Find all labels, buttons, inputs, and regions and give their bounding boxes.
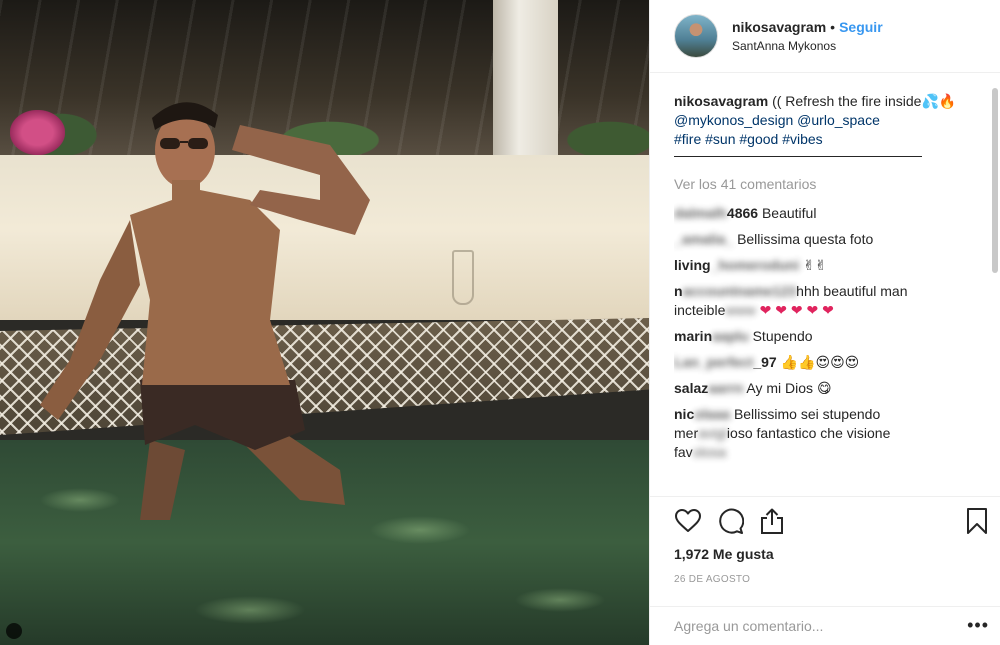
likes-count[interactable]: 1,972 Me gusta [674,546,774,562]
comment: Lan_perfect_97 👍👍😍😍😍 [674,353,989,372]
follow-button[interactable]: Seguir [839,19,883,35]
hashtag-link[interactable]: #vibes [782,131,822,147]
share-icon[interactable] [758,507,786,535]
comment: nicolaaa Bellissimo sei stupendo meravig… [674,405,989,462]
comment-text: mer [674,425,699,441]
comment-username[interactable]: n [674,283,683,299]
comment-text: 👍👍😍😍😍 [780,354,860,370]
post-caption: nikosavagram (( Refresh the fire inside💦… [674,92,989,157]
header-text: nikosavagram • Seguir SantAnna Mykonos [732,19,883,53]
comment-username-hidden: Lan_perfect [674,354,754,370]
comment-text: Ay mi Dios 😋 [746,380,832,396]
comment-text: ✌✌ [803,257,827,273]
avatar[interactable] [674,14,718,58]
comment-text: Beautiful [761,205,817,221]
comment-text: fav [674,444,693,460]
location-link[interactable]: SantAnna Mykonos [732,39,883,53]
tagged-user-icon[interactable] [6,623,22,639]
action-icons [674,507,786,537]
comment-text-hidden: www [725,302,756,318]
mention-link[interactable]: @mykonos_design [674,112,793,128]
mention-link[interactable]: @urlo_space [797,112,880,128]
comment: naccountname123hhh beautiful man incteib… [674,282,989,320]
comment-text: ioso fantastico che visione [726,425,891,441]
add-comment-bar: Agrega un comentario... ••• [650,606,1000,645]
comment: living_homeroduni ✌✌ [674,256,989,275]
comment-text: Bellissimo sei stupendo [733,406,881,422]
comment-icon[interactable] [716,507,744,535]
comments-scrollbar[interactable] [992,88,998,273]
comment-username[interactable]: 4866 [727,205,758,221]
view-all-comments-link[interactable]: Ver los 41 comentarios [674,175,989,194]
comment-text: Bellissima questa foto [737,231,874,247]
comment-username[interactable]: nic [674,406,694,422]
post-photo[interactable] [0,0,649,645]
header-username[interactable]: nikosavagram [732,19,826,35]
hashtag-link[interactable]: #sun [705,131,735,147]
comment-username[interactable]: living [674,257,711,273]
comment-username-hidden: _homeroduni [710,257,800,273]
more-options-button[interactable]: ••• [967,615,989,636]
instagram-post: nikosavagram • Seguir SantAnna Mykonos n… [0,0,1000,645]
comment-username[interactable]: _97 [753,354,776,370]
comment-text: Stupendo [752,328,813,344]
hashtag-link[interactable]: #fire [674,131,701,147]
post-header: nikosavagram • Seguir SantAnna Mykonos [650,0,1000,73]
post-date[interactable]: 26 DE AGOSTO [674,574,750,585]
header-separator: • [830,19,836,35]
comment-text-hidden: olosa [692,444,727,460]
comment-username-hidden: aaplu [712,328,749,344]
caption-username[interactable]: nikosavagram [674,93,768,109]
heart-icon[interactable] [674,507,702,535]
comment: marinaaplu Stupendo [674,327,989,346]
post-side-panel: nikosavagram • Seguir SantAnna Mykonos n… [649,0,1000,645]
comment: dalmalh4866 Beautiful [674,204,989,223]
hearts-emoji: ❤ ❤ ❤ ❤ ❤ [759,302,834,318]
comment-username-hidden: olaaa [694,406,731,422]
comment: salazaarrn Ay mi Dios 😋 [674,379,989,398]
header-line: nikosavagram • Seguir [732,19,883,35]
comment-username-hidden[interactable]: _amalia_ [674,231,733,247]
comment-username[interactable]: marin [674,328,712,344]
photo-man [40,102,370,520]
comment-username-hidden: accountname123 [682,283,797,299]
comments-list[interactable]: nikosavagram (( Refresh the fire inside💦… [674,92,989,496]
bookmark-icon[interactable] [963,507,991,535]
comment-username-hidden: dalmalh [674,205,727,221]
comment-username-hidden: aarrn [708,380,744,396]
caption-underline [674,156,922,157]
post-actions: 1,972 Me gusta 26 DE AGOSTO [650,496,1000,608]
comment-text-hidden: avigl [698,425,727,441]
comment-username[interactable]: salaz [674,380,708,396]
comment-input[interactable]: Agrega un comentario... [674,618,823,634]
caption-text: (( Refresh the fire inside💦🔥 [772,93,957,109]
comment: _amalia_ Bellissima questa foto [674,230,989,249]
hashtag-link[interactable]: #good [739,131,778,147]
